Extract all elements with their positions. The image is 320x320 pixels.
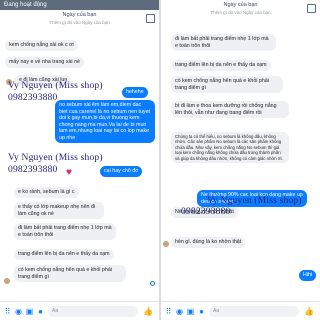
message-in: e thấy có lớp makeup nhẹ nên đi làm cũng… [14, 202, 104, 219]
message-input[interactable]: Aa [48, 306, 138, 317]
watermark-phone: 0982393880 [8, 165, 58, 175]
your-day-title: Ngày của bạn [62, 12, 97, 18]
message-composer: ⠿ ◉ ▣ ● Aa 👍 [0, 301, 159, 320]
seen-icon [150, 281, 155, 286]
watermark-name: Vy Nguyen (Miss shop) [8, 153, 103, 163]
your-day-subtitle: Thêm gì đó vào Ngày của bạn [49, 20, 110, 25]
camera-icon[interactable]: ◉ [14, 307, 23, 316]
mic-icon[interactable]: ● [36, 307, 45, 316]
compose-icon[interactable] [146, 14, 155, 23]
message-input[interactable]: Aa [209, 306, 299, 317]
message-in: bt đi làm e thoa kem dưỡng rồi chống nắn… [171, 101, 289, 118]
chat-panel-left: Đang hoạt động Ngày của bạn Thêm gì đó v… [0, 0, 159, 320]
watermark-name: Vy Nguyen (Miss shop) [207, 196, 302, 206]
like-icon[interactable]: 👍 [143, 307, 153, 316]
watermark-name: Vy Nguyen (Miss shop) [8, 81, 103, 91]
apps-icon[interactable]: ⠿ [3, 307, 12, 316]
like-icon[interactable]: 👍 [304, 307, 314, 316]
message-in: e ko rành, sebum là gì c [14, 187, 79, 198]
message-in: Chúng ta có thể hiểu, no sebum là không … [171, 132, 289, 164]
your-day-header[interactable]: Ngày của bạn Thêm gì đó vào Ngày của bạn [0, 11, 159, 31]
message-in: kem chống nắng xài ok c ơi [5, 40, 78, 51]
message-out: hehehe [122, 87, 148, 98]
image-icon[interactable]: ▣ [25, 307, 34, 316]
message-composer: ⠿ ◉ ▣ ● Aa 👍 [161, 301, 320, 320]
messenger-screenshot-collage: Đang hoạt động Ngày của bạn Thêm gì đó v… [0, 0, 320, 320]
message-list[interactable]: đi làm bất phải trang điểm nhẹ 1 lớp mà … [161, 24, 320, 294]
your-day-subtitle: Thêm gì đó vào Ngày của bạn [210, 10, 271, 15]
chat-panel-right: Ngày của bạn Thêm gì đó vào Ngày của bạn… [161, 0, 320, 320]
watermark-phone: 0982393880 [8, 93, 58, 103]
avatar [162, 240, 170, 248]
image-icon[interactable]: ▣ [186, 307, 195, 316]
heart-reaction-icon: ♥ [66, 167, 72, 178]
message-in: đi làm bất phải trang điểm nhẹ 1 lớp mà … [171, 34, 276, 51]
camera-icon[interactable]: ◉ [175, 307, 184, 316]
mic-icon[interactable]: ● [197, 307, 206, 316]
compose-icon[interactable] [307, 4, 316, 13]
status-bar: Đang hoạt động [0, 0, 159, 10]
apps-icon[interactable]: ⠿ [164, 307, 173, 316]
message-list[interactable]: kem chống nắng xài ok c ơi mấy nay e về … [0, 31, 159, 301]
message-in: trang điểm lên bị da nên e thấy da xạm [14, 249, 114, 260]
message-in: có kem chống nắng hên quá e khỏi phải tr… [14, 265, 126, 282]
message-out: cai hay chô đo [100, 166, 143, 177]
your-day-title: Ngày của bạn [223, 2, 258, 8]
message-in: có kem chống nắng hên quá e khỏi phải tr… [171, 76, 283, 93]
message-out: no sebum xài êm làm em,diem dac biet cua… [55, 100, 155, 143]
your-day-header[interactable]: Ngày của bạn Thêm gì đó vào Ngày của bạn [161, 1, 320, 21]
message-in: đi làm bất phải trang điểm nhẹ 1 lớp mà … [14, 223, 116, 240]
message-out: Hihi [299, 270, 317, 281]
message-in: mấy nay e về nha trang xài nè [5, 57, 84, 68]
watermark-phone: 0982393880 [181, 207, 231, 217]
message-in: trang điểm lên bị da nên e thấy da xạm [171, 60, 271, 71]
message-in: hèn gì. đúng là ko nhờn thật [171, 237, 246, 248]
avatar [3, 277, 11, 285]
